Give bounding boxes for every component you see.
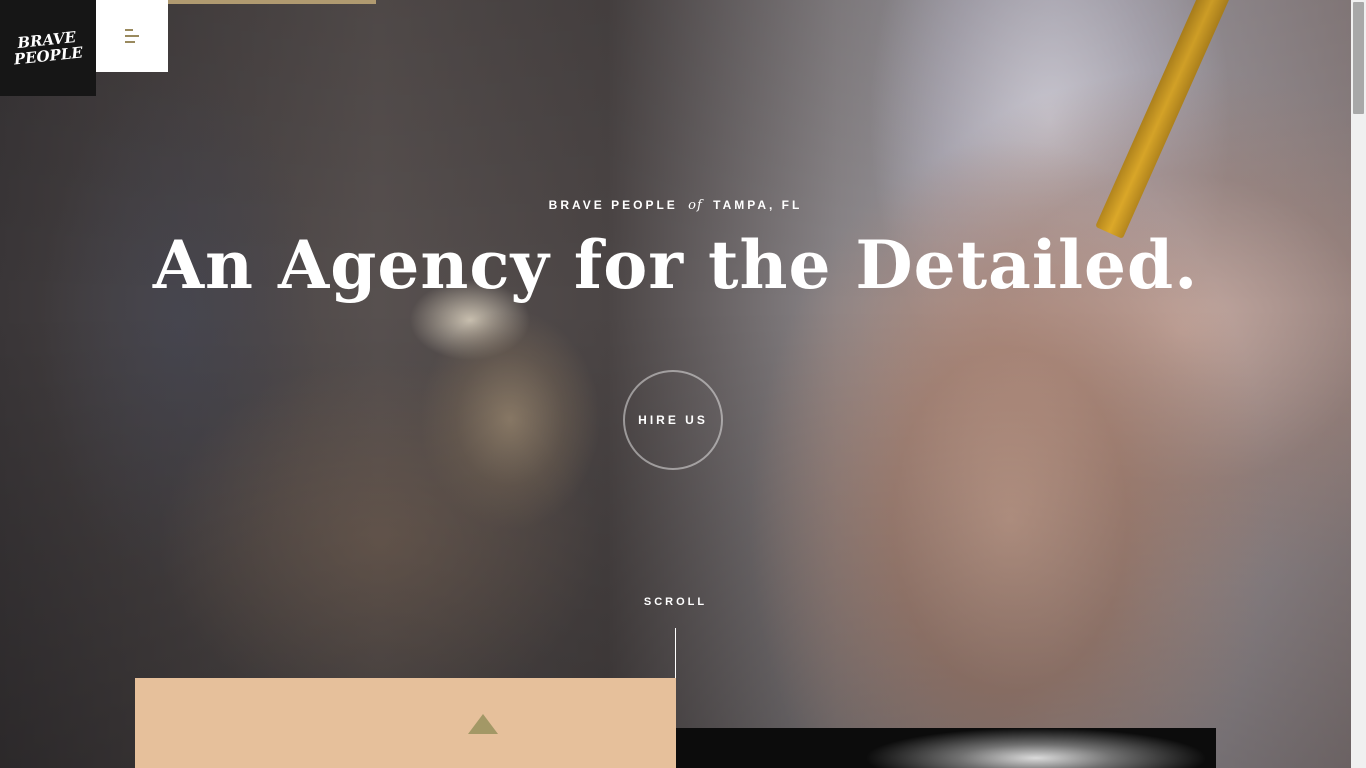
page-scrollbar[interactable] — [1351, 0, 1366, 768]
logo-wordmark: BRAVE PEOPLE — [13, 28, 85, 69]
eyebrow-brand: BRAVE PEOPLE — [548, 198, 678, 212]
eyebrow-location: TAMPA, FL — [713, 198, 803, 212]
hamburger-menu-icon — [125, 29, 133, 31]
page-progress-bar — [168, 0, 376, 4]
feature-panel-image[interactable] — [676, 728, 1216, 768]
triangle-up-icon — [468, 714, 498, 734]
hire-us-label: HIRE US — [638, 413, 708, 427]
hamburger-menu-icon-line — [125, 41, 135, 43]
brand-logo[interactable]: BRAVE PEOPLE — [0, 0, 96, 96]
hamburger-menu-icon-line — [125, 35, 139, 37]
panel-image-highlight — [866, 728, 1206, 768]
feature-panel-peach[interactable] — [135, 678, 676, 768]
scrollbar-thumb[interactable] — [1353, 2, 1364, 114]
eyebrow-of: of — [688, 198, 703, 213]
hero-eyebrow: BRAVE PEOPLE of TAMPA, FL — [0, 198, 1351, 213]
hero-headline: An Agency for the Detailed. — [152, 226, 1199, 304]
scroll-indicator-line — [675, 628, 676, 678]
hire-us-button[interactable]: HIRE US — [623, 370, 723, 470]
menu-button[interactable] — [96, 0, 168, 72]
scroll-indicator-label[interactable]: SCROLL — [0, 596, 1351, 608]
